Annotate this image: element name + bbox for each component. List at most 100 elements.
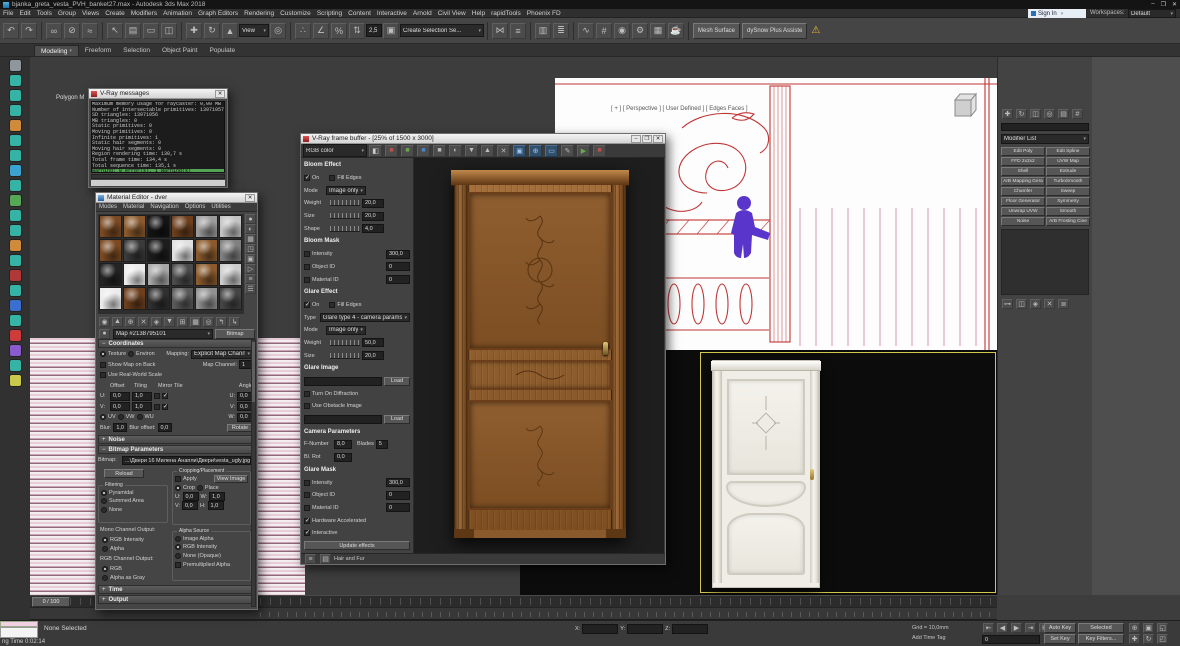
material-swatch-2[interactable]: [123, 215, 146, 238]
vfb-shape-field[interactable]: 4,0: [362, 224, 384, 234]
vray-messages-titlebar[interactable]: V-Ray messages ✕: [89, 89, 227, 99]
align-icon[interactable]: ≡: [510, 22, 526, 39]
material-swatch-7[interactable]: [99, 239, 122, 262]
modifier-button-arb-mapping-gera[interactable]: ArB Mapping Gera: [1001, 177, 1045, 186]
background-icon[interactable]: ▦: [245, 234, 256, 244]
left-toolbar-icon-1[interactable]: [8, 59, 22, 72]
vfb-weight-slider[interactable]: [330, 339, 360, 346]
vfb-intensity-checkbox[interactable]: [304, 251, 310, 258]
monochrome-icon[interactable]: ◐: [449, 144, 462, 157]
mono-rgb-intensity-radio[interactable]: [102, 536, 108, 543]
material-swatch-20[interactable]: [123, 287, 146, 310]
curve-editor-icon[interactable]: ∿: [578, 22, 594, 39]
vfb-hardware-accelerated-checkbox[interactable]: [304, 517, 310, 524]
material-swatch-6[interactable]: [219, 215, 242, 238]
vfb-mode-dropdown[interactable]: Image only ▾: [326, 325, 366, 335]
go-to-start-icon[interactable]: ⇤: [983, 623, 994, 633]
show-map-on-back-checkbox[interactable]: [100, 361, 106, 368]
material-swatch-18[interactable]: [219, 263, 242, 286]
vfb-turn-on-diffraction-checkbox[interactable]: [304, 390, 310, 397]
none-opaque-radio[interactable]: [175, 552, 181, 559]
modifier-button-unwrap-uvw[interactable]: Unwrap UVW: [1001, 207, 1045, 216]
pin-stack-icon[interactable]: ⊶: [1002, 299, 1013, 309]
left-toolbar-icon-20[interactable]: [8, 344, 22, 357]
menu-tools[interactable]: Tools: [34, 10, 55, 17]
left-toolbar-icon-9[interactable]: [8, 179, 22, 192]
material-swatch-22[interactable]: [171, 287, 194, 310]
rgb-output-radio[interactable]: [102, 565, 108, 572]
time-slider-handle[interactable]: 0 / 100: [32, 597, 70, 607]
vfb-bl-rot-field[interactable]: 0,0: [334, 452, 352, 462]
put-material-to-scene-icon[interactable]: ▲: [112, 316, 123, 327]
vfb-blades-field[interactable]: 5: [375, 439, 388, 449]
orbit-icon[interactable]: ↻: [1143, 634, 1154, 644]
ribbon-tab-object-paint[interactable]: Object Paint: [156, 45, 203, 56]
region-render-icon[interactable]: ▭: [545, 144, 558, 157]
vfb-update-effects-button[interactable]: Update effects: [304, 541, 410, 551]
red-channel-icon[interactable]: ■: [385, 144, 398, 157]
material-editor-titlebar[interactable]: Material Editor - dver ✕: [96, 193, 257, 203]
vray-messages-close-button[interactable]: ✕: [215, 89, 225, 98]
modifier-button-extrude[interactable]: Extrude: [1046, 167, 1090, 176]
vfb-weight-field[interactable]: 20,0: [362, 198, 384, 208]
image-alpha-radio[interactable]: [175, 535, 181, 542]
redo-icon[interactable]: ↷: [21, 22, 37, 39]
crop-w-field[interactable]: 1,0: [209, 492, 226, 501]
material-editor-menu-utilities[interactable]: Utilities: [208, 204, 233, 210]
material-swatch-4[interactable]: [171, 215, 194, 238]
left-toolbar-icon-6[interactable]: [8, 134, 22, 147]
vfb-f-number-field[interactable]: 8,0: [334, 439, 352, 449]
modifier-button-chamfer[interactable]: Chamfer: [1001, 187, 1045, 196]
vw-radio[interactable]: [117, 414, 124, 421]
material-swatch-1[interactable]: [99, 215, 122, 238]
display-tab-icon[interactable]: ▤: [1058, 109, 1069, 119]
coordinates-rollout-header[interactable]: − Coordinates: [98, 339, 255, 348]
vfb-object-id-field[interactable]: 0: [386, 490, 410, 500]
select-and-scale-icon[interactable]: ▲: [222, 22, 238, 39]
make-unique-icon[interactable]: ◈: [151, 316, 162, 327]
environ-radio[interactable]: [128, 351, 135, 358]
noise-rollout-header[interactable]: + Noise: [98, 435, 255, 444]
previous-frame-icon[interactable]: ◀: [997, 623, 1008, 633]
mapping-dropdown[interactable]: Explicit Map Channel ▾: [191, 349, 253, 359]
vfb-fill-edges-checkbox[interactable]: [329, 301, 336, 308]
snap-value-field[interactable]: 2,5: [366, 24, 382, 37]
play-animation-icon[interactable]: ▶: [1011, 623, 1022, 633]
configure-modifier-sets-icon[interactable]: ≣: [1058, 299, 1069, 309]
vfb-object-id-checkbox[interactable]: [304, 492, 310, 499]
maxscript-mini-listener[interactable]: [0, 627, 38, 638]
blur-offset-field[interactable]: 0,0: [157, 423, 172, 433]
vfb-weight-field[interactable]: 50,0: [362, 338, 384, 348]
current-frame-field[interactable]: 0: [982, 635, 1040, 644]
put-to-library-icon[interactable]: ▼: [164, 316, 175, 327]
material-swatch-13[interactable]: [99, 263, 122, 286]
wu-radio[interactable]: [136, 414, 143, 421]
duplicate-to-host-icon[interactable]: ▣: [513, 144, 526, 157]
output-rollout-header[interactable]: + Output: [98, 595, 255, 604]
modifier-stack-list[interactable]: [1001, 229, 1089, 295]
material-swatch-3[interactable]: [147, 215, 170, 238]
image-stamp-icon[interactable]: ✎: [561, 144, 574, 157]
ribbon-tab-freeform[interactable]: Freeform: [79, 45, 117, 56]
menu-interactive[interactable]: Interactive: [374, 10, 410, 17]
track-mouse-icon[interactable]: ⊕: [529, 144, 542, 157]
crop-radio[interactable]: [175, 484, 181, 491]
left-toolbar-icon-10[interactable]: [8, 194, 22, 207]
left-toolbar-icon-13[interactable]: [8, 239, 22, 252]
menu-rapidtools[interactable]: rapidTools: [488, 10, 524, 17]
create-tab-icon[interactable]: ✚: [1002, 109, 1013, 119]
go-to-parent-icon[interactable]: ↰: [216, 316, 227, 327]
render-setup-icon[interactable]: ⚙: [632, 22, 648, 39]
vfb-on-checkbox[interactable]: [304, 174, 310, 182]
vfb-material-id-field[interactable]: 0: [386, 503, 410, 513]
maximize-window-icon[interactable]: ❐: [1161, 1, 1166, 8]
vfb-intensity-field[interactable]: 300,0: [386, 249, 410, 259]
sign-in-button[interactable]: Sign In ▾: [1028, 9, 1086, 18]
vfb-load-button[interactable]: Load: [384, 376, 410, 386]
mesh-surface-button[interactable]: Mesh Surface: [693, 22, 741, 39]
material-swatch-11[interactable]: [195, 239, 218, 262]
crop-v-field[interactable]: 0,0: [182, 501, 198, 510]
sample-uv-tiling-icon[interactable]: ◳: [245, 244, 256, 254]
vfb-material-id-checkbox[interactable]: [304, 504, 310, 511]
left-toolbar-icon-12[interactable]: [8, 224, 22, 237]
